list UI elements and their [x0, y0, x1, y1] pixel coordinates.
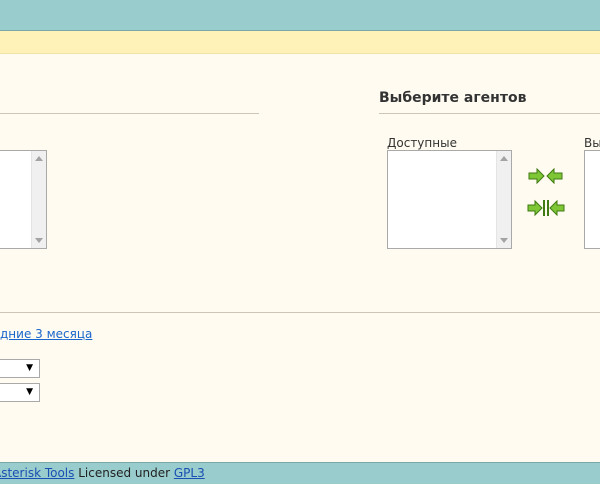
selected-agents-label: Вы — [584, 136, 600, 150]
period-select-2[interactable]: ▼ — [0, 383, 40, 402]
section-divider-left — [0, 113, 259, 114]
period-select-1[interactable]: ▼ — [0, 359, 40, 378]
arrows-all-icon — [527, 199, 565, 217]
notice-bar — [0, 31, 600, 54]
footer-bar: Asterisk Tools Licensed under GPL3 — [0, 462, 600, 484]
scroll-down-icon[interactable] — [500, 238, 508, 243]
available-listbox-scrollbar[interactable] — [496, 151, 511, 248]
agents-section-title: Выберите агентов — [379, 90, 527, 106]
license-link[interactable]: GPL3 — [174, 466, 205, 480]
move-all-agents-button[interactable] — [527, 198, 567, 218]
selected-agents-listbox[interactable] — [584, 150, 600, 249]
section-divider-right — [379, 113, 600, 114]
available-agents-listbox[interactable] — [387, 150, 512, 249]
scroll-up-icon[interactable] — [35, 156, 43, 161]
scroll-up-icon[interactable] — [500, 156, 508, 161]
dropdown-caret-icon: ▼ — [26, 363, 33, 373]
move-selected-agent-button[interactable] — [527, 166, 567, 186]
top-header-bar — [0, 0, 600, 31]
dropdown-caret-icon: ▼ — [26, 387, 33, 397]
scroll-down-icon[interactable] — [35, 238, 43, 243]
last-3-months-link[interactable]: дние 3 месяца — [0, 327, 92, 341]
queues-listbox-scrollbar[interactable] — [31, 151, 46, 248]
main-content — [0, 54, 600, 462]
footer-text: Asterisk Tools Licensed under GPL3 — [0, 466, 205, 480]
product-link[interactable]: Asterisk Tools — [0, 466, 74, 480]
arrows-left-right-icon — [528, 167, 563, 185]
licensed-under-text: Licensed under — [74, 466, 174, 480]
queues-listbox[interactable] — [0, 150, 47, 249]
available-agents-label: Доступные — [387, 136, 457, 150]
section-divider-middle — [0, 312, 600, 313]
